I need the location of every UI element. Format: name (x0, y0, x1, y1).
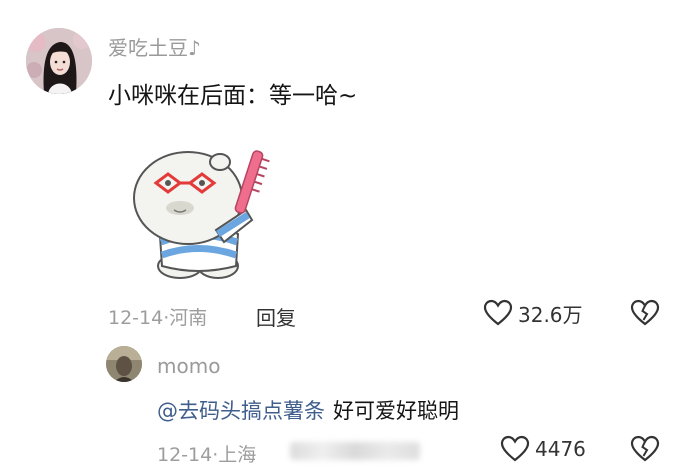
reply-dislike-button[interactable] (630, 434, 660, 464)
reply-avatar-image (106, 346, 142, 382)
mention-link[interactable]: @去码头搞点薯条 (157, 399, 325, 423)
dislike-button[interactable] (630, 298, 660, 328)
comment-text: 小咪咪在后面：等一哈~ (108, 83, 358, 109)
reply-username[interactable]: momo (157, 354, 220, 378)
comment-date: 12-14 (108, 307, 164, 329)
reply-button[interactable]: 回复 (256, 302, 296, 331)
reply-body: @去码头搞点薯条 好可爱好聪明 (157, 395, 459, 425)
heart-outline-icon (483, 299, 513, 326)
reply-meta: 12-14·上海 (157, 440, 256, 467)
reply-location: 上海 (218, 444, 257, 466)
sticker-image[interactable] (120, 138, 280, 288)
like-button[interactable]: 32.6万 (483, 298, 583, 328)
avatar-image (26, 28, 92, 94)
avatar[interactable] (26, 28, 92, 94)
username[interactable]: 爱吃土豆♪ (108, 32, 201, 61)
reply-text: 好可爱好聪明 (333, 399, 459, 423)
comment-thread: 爱吃土豆♪ 小咪咪在后面：等一哈~ 12-14·河南 回复 32.6万 momo… (0, 0, 690, 470)
reply-like-button[interactable]: 4476 (500, 434, 586, 464)
reply-like-count: 4476 (535, 437, 586, 461)
reply-avatar[interactable] (106, 346, 142, 382)
heart-outline-icon (500, 435, 530, 462)
like-count: 32.6万 (518, 302, 583, 327)
sticker-drawing (133, 150, 270, 279)
broken-heart-icon (630, 299, 660, 326)
comment-meta: 12-14·河南 (108, 303, 207, 330)
broken-heart-icon (630, 435, 660, 462)
comment-location: 河南 (169, 307, 208, 329)
blurred-content (290, 442, 420, 460)
reply-date: 12-14 (157, 444, 213, 466)
